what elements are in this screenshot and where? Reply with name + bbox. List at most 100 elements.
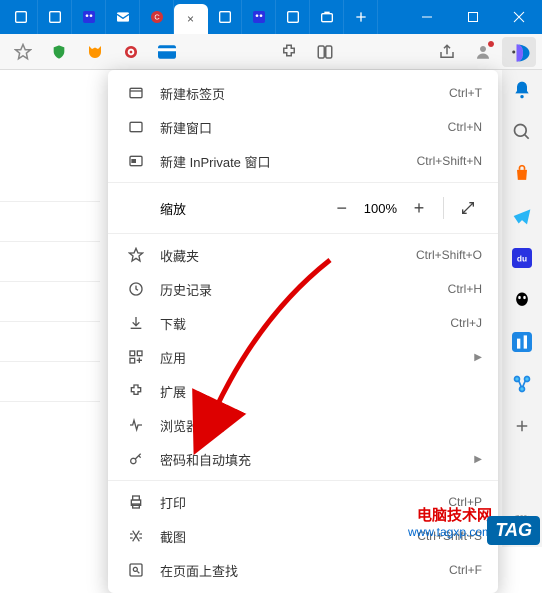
history-icon xyxy=(124,281,148,297)
close-button[interactable] xyxy=(496,0,542,34)
fox-icon[interactable] xyxy=(78,37,112,67)
titlebar: C × xyxy=(0,0,542,34)
star-icon xyxy=(124,247,148,263)
tab-10[interactable] xyxy=(310,0,344,34)
menu-label: 截图 xyxy=(160,527,417,546)
minimize-button[interactable] xyxy=(404,0,450,34)
print-icon xyxy=(124,494,148,510)
tab-2[interactable] xyxy=(38,0,72,34)
tab-5[interactable]: C xyxy=(140,0,174,34)
watermark-badge: TAG xyxy=(487,516,540,545)
tab-close-x[interactable]: × xyxy=(187,12,194,26)
tab-4[interactable] xyxy=(106,0,140,34)
menu-label: 新建窗口 xyxy=(160,118,448,137)
watermark-line1: 电脑技术网 xyxy=(408,507,492,525)
menu-label: 新建 InPrivate 窗口 xyxy=(160,152,417,171)
menu-shortcut: Ctrl+J xyxy=(450,316,482,330)
puzzle-icon xyxy=(124,383,148,399)
menu-label: 新建标签页 xyxy=(160,84,449,103)
pulse-icon xyxy=(124,417,148,433)
target-icon[interactable] xyxy=(114,37,148,67)
page-row xyxy=(0,370,100,402)
menu-shortcut: Ctrl+Shift+N xyxy=(417,154,482,168)
page-row xyxy=(0,330,100,362)
menu-shortcut: Ctrl+H xyxy=(448,282,482,296)
new-tab-icon xyxy=(124,85,148,101)
menu-shortcut: Ctrl+F xyxy=(449,563,482,577)
search-icon[interactable] xyxy=(510,120,534,144)
watermark: 电脑技术网 www.tagxp.com xyxy=(408,507,492,539)
new-tab-button[interactable] xyxy=(344,0,378,34)
menu-browser-essentials[interactable]: 浏览器概要 xyxy=(108,408,498,442)
share-icon[interactable] xyxy=(430,37,464,67)
favorites-star-icon[interactable] xyxy=(6,37,40,67)
shopping-icon[interactable] xyxy=(510,162,534,186)
menu-separator xyxy=(108,233,498,234)
menu-new-tab[interactable]: 新建标签页 Ctrl+T xyxy=(108,76,498,110)
extensions-icon[interactable] xyxy=(272,37,306,67)
menu-passwords[interactable]: 密码和自动填充 ▶ xyxy=(108,442,498,476)
menu-shortcut: Ctrl+T xyxy=(449,86,482,100)
chevron-right-icon: ▶ xyxy=(474,454,482,465)
tab-9[interactable] xyxy=(276,0,310,34)
zoom-out-button[interactable]: − xyxy=(328,194,356,222)
menu-label: 收藏夹 xyxy=(160,246,416,265)
zoom-in-button[interactable]: + xyxy=(405,194,433,222)
menu-new-window[interactable]: 新建窗口 Ctrl+N xyxy=(108,110,498,144)
shield-icon[interactable] xyxy=(42,37,76,67)
menu-find[interactable]: 在页面上查找 Ctrl+F xyxy=(108,553,498,587)
download-icon xyxy=(124,315,148,331)
tab-active[interactable]: × xyxy=(174,4,208,34)
window-controls xyxy=(404,0,542,34)
app-icon-nodes[interactable] xyxy=(510,372,534,396)
screenshot-icon xyxy=(124,528,148,544)
tab-8[interactable] xyxy=(242,0,276,34)
inprivate-icon xyxy=(124,153,148,169)
maximize-button[interactable] xyxy=(450,0,496,34)
tab-3[interactable] xyxy=(72,0,106,34)
menu-shortcut: Ctrl+Shift+O xyxy=(416,248,482,262)
bell-icon[interactable] xyxy=(510,78,534,102)
svg-text:du: du xyxy=(517,253,527,263)
menu-apps[interactable]: 应用 ▶ xyxy=(108,340,498,374)
card-icon[interactable] xyxy=(150,37,184,67)
toolbar xyxy=(0,34,542,70)
page-row xyxy=(0,250,100,282)
menu-zoom-row: 缩放 − 100% + xyxy=(108,187,498,229)
menu-favorites[interactable]: 收藏夹 Ctrl+Shift+O xyxy=(108,238,498,272)
baidu-icon[interactable]: du xyxy=(510,246,534,270)
chevron-right-icon: ▶ xyxy=(474,352,482,363)
fullscreen-button[interactable] xyxy=(454,194,482,222)
key-icon xyxy=(124,451,148,467)
tab-strip: C × xyxy=(0,0,404,34)
page-row xyxy=(0,170,100,202)
menu-label: 历史记录 xyxy=(160,280,448,299)
menu-new-inprivate[interactable]: 新建 InPrivate 窗口 Ctrl+Shift+N xyxy=(108,144,498,178)
tab-1[interactable] xyxy=(4,0,38,34)
page-row xyxy=(0,210,100,242)
menu-label: 下载 xyxy=(160,314,450,333)
split-screen-icon[interactable] xyxy=(308,37,342,67)
find-icon xyxy=(124,562,148,578)
svg-text:C: C xyxy=(154,13,160,22)
menu-label: 密码和自动填充 xyxy=(160,450,466,469)
menu-downloads[interactable]: 下载 Ctrl+J xyxy=(108,306,498,340)
menu-label: 应用 xyxy=(160,348,466,367)
profile-avatar-icon[interactable] xyxy=(466,37,500,67)
menu-history[interactable]: 历史记录 Ctrl+H xyxy=(108,272,498,306)
right-sidebar: du xyxy=(502,70,542,547)
new-window-icon xyxy=(124,119,148,135)
add-sidebar-icon[interactable] xyxy=(510,414,534,438)
qq-icon[interactable] xyxy=(510,288,534,312)
menu-separator xyxy=(108,182,498,183)
app-icon-blue[interactable] xyxy=(510,330,534,354)
tab-7[interactable] xyxy=(208,0,242,34)
copilot-icon[interactable] xyxy=(510,40,536,66)
menu-label: 扩展 xyxy=(160,382,482,401)
menu-extensions[interactable]: 扩展 xyxy=(108,374,498,408)
telegram-icon[interactable] xyxy=(510,204,534,228)
apps-icon xyxy=(124,349,148,365)
watermark-line2: www.tagxp.com xyxy=(408,525,492,539)
menu-shortcut: Ctrl+N xyxy=(448,120,482,134)
page-row xyxy=(0,290,100,322)
